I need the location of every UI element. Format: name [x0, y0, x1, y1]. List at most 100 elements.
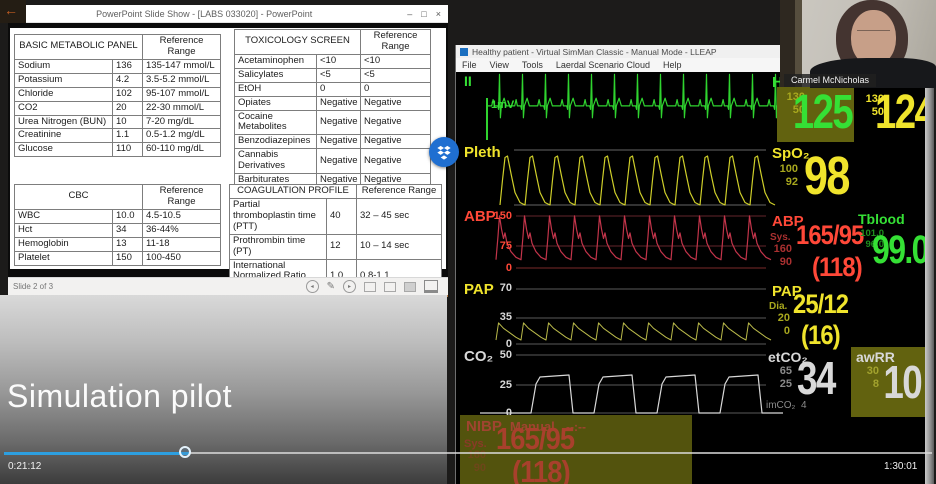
next-slide-button[interactable]: ▸: [343, 280, 356, 293]
pulse-value: 124: [875, 89, 925, 137]
toxicology-screen-table: TOXICOLOGY SCREENReference RangeAcetamin…: [234, 29, 431, 202]
table-row: Hct3436-44%: [15, 223, 221, 237]
tblood-label: Tblood: [858, 211, 905, 227]
table-row: EtOH00: [235, 82, 431, 96]
tblood-value: 99.0: [872, 230, 925, 270]
hr-value: 125: [793, 89, 852, 137]
abp-sys-label: Sys.: [770, 232, 791, 243]
table-row: Cannabis DerivativesNegativeNegative: [235, 149, 431, 174]
powerpoint-window: PowerPoint Slide Show - [LABS 033020] - …: [8, 5, 448, 297]
slide-content: BASIC METABOLIC PANELReference RangeSodi…: [10, 28, 446, 269]
ppt-window-title: PowerPoint Slide Show - [LABS 033020] - …: [8, 9, 400, 19]
table-row: WBC10.04.5-10.5: [15, 209, 221, 223]
menu-view[interactable]: View: [490, 60, 509, 70]
progress-handle[interactable]: [179, 446, 191, 458]
current-time: 0:21:12: [8, 461, 41, 472]
table-row: Glucose11060-110 mg/dL: [15, 143, 221, 157]
co2-scale-50: 50: [478, 349, 512, 361]
ecg-lead-label: II: [464, 73, 472, 89]
pap-dia-label: Dia.: [769, 301, 787, 312]
abp-scale-0: 0: [478, 262, 512, 274]
pap-high-limit: 20: [766, 312, 790, 325]
pap-value: 25/12: [793, 291, 848, 318]
table-row: OpiatesNegativeNegative: [235, 96, 431, 110]
table-row: Partial thromboplastin time (PTT)4032 – …: [230, 198, 442, 234]
table-row: CO22022-30 mmol/L: [15, 101, 221, 115]
ppt-titlebar: PowerPoint Slide Show - [LABS 033020] - …: [8, 5, 448, 23]
slide-counter: Slide 2 of 3: [8, 282, 306, 291]
pap-low-limit: 0: [766, 325, 790, 338]
participant-name: Carmel McNicholas: [784, 74, 876, 87]
pap-scale-70: 70: [478, 282, 512, 294]
abp-low-limit: 90: [768, 256, 792, 269]
table-row: Urea Nitrogen (BUN)107-20 mg/dL: [15, 115, 221, 129]
previous-slide-button[interactable]: ◂: [306, 280, 319, 293]
imco2-value: 4: [801, 400, 807, 411]
imco2-label: imCO₂: [766, 400, 795, 411]
table-row: Chloride10295-107 mmol/L: [15, 87, 221, 101]
patient-monitor: II 1mV Pleth ABP 150 75 0 PAP 70 35 0 CO…: [460, 72, 925, 484]
video-progress-bar[interactable]: [0, 449, 936, 457]
back-strip: ←: [0, 0, 26, 23]
co2-scale-25: 25: [478, 379, 512, 391]
awrr-value-block[interactable]: awRR 30 8 10: [851, 347, 925, 417]
abp-scale-150: 150: [478, 210, 512, 222]
ecg-scale-label: 1mV: [491, 99, 514, 111]
progress-played: [4, 452, 189, 455]
table-row: Prothrombin time (PT)1210 – 14 sec: [230, 234, 442, 259]
normal-view-button[interactable]: [364, 282, 376, 292]
dropbox-glyph: [434, 142, 454, 162]
grid-view-button[interactable]: [384, 282, 396, 292]
spo2-low-limit: 92: [774, 176, 798, 189]
table-row: BenzodiazepinesNegativeNegative: [235, 135, 431, 149]
menu-help[interactable]: Help: [663, 60, 682, 70]
close-icon[interactable]: ×: [436, 9, 441, 19]
etco2-high-limit: 65: [768, 365, 792, 378]
pap-scale-35: 35: [478, 311, 512, 323]
menu-laerdal-scenario-cloud[interactable]: Laerdal Scenario Cloud: [556, 60, 650, 70]
pap-mean-value: (16): [801, 322, 840, 349]
lleap-app-icon: [460, 48, 468, 56]
etco2-value: 34: [797, 355, 835, 401]
abp-mean-value: (118): [812, 254, 862, 281]
table-row: Potassium4.23.5-5.2 mmol/L: [15, 73, 221, 87]
table-row: Cocaine MetabolitesNegativeNegative: [235, 110, 431, 135]
table-row: Creatinine1.10.5-1.2 mg/dL: [15, 129, 221, 143]
menu-file[interactable]: File: [462, 60, 477, 70]
lleap-window-title: Healthy patient - Virtual SimMan Classic…: [472, 47, 717, 57]
awrr-low-limit: 8: [859, 378, 879, 391]
table-row: Platelet150100-450: [15, 251, 221, 265]
abp-scale-75: 75: [478, 240, 512, 252]
table-row: Acetaminophen<10<10: [235, 54, 431, 68]
back-arrow-icon[interactable]: ←: [4, 2, 18, 18]
abp-high-limit: 160: [768, 243, 792, 256]
annotation-pen-button[interactable]: ✎: [327, 281, 335, 292]
maximize-icon[interactable]: □: [421, 9, 426, 19]
spo2-high-limit: 100: [774, 163, 798, 176]
awrr-high-limit: 30: [859, 365, 879, 378]
dropbox-icon[interactable]: [429, 137, 459, 167]
table-row: Hemoglobin1311-18: [15, 237, 221, 251]
spo2-value: 98: [804, 149, 849, 203]
webcam-video: Carmel McNicholas: [780, 0, 936, 87]
ppt-statusbar: Slide 2 of 3 ◂ ✎ ▸: [8, 277, 448, 295]
cbc-table: CBCReference RangeWBC10.04.5-10.5Hct3436…: [14, 184, 221, 266]
nibp-mean-value: (118): [512, 456, 570, 484]
reading-view-button[interactable]: [404, 282, 416, 292]
lleap-window: Healthy patient - Virtual SimMan Classic…: [455, 45, 934, 484]
presenter-view-button[interactable]: [424, 280, 438, 293]
etco2-low-limit: 25: [768, 378, 792, 391]
minimize-icon[interactable]: –: [407, 9, 412, 19]
total-time: 1:30:01: [884, 461, 917, 472]
menu-tools[interactable]: Tools: [522, 60, 543, 70]
basic-metabolic-panel-table: BASIC METABOLIC PANELReference RangeSodi…: [14, 34, 221, 157]
hr-value-block[interactable]: 130 50 125: [777, 87, 854, 142]
table-row: Sodium136135-147 mmol/L: [15, 59, 221, 73]
table-row: Salicylates<5<5: [235, 68, 431, 82]
slide-area: BASIC METABOLIC PANELReference RangeSodi…: [8, 23, 448, 278]
screen: PowerPoint Slide Show - [LABS 033020] - …: [0, 0, 936, 484]
video-title: Simulation pilot: [7, 378, 232, 415]
pleth-label: Pleth: [464, 144, 501, 161]
nibp-low-limit: 90: [466, 462, 486, 475]
lleap-scrollbar[interactable]: [925, 72, 934, 484]
